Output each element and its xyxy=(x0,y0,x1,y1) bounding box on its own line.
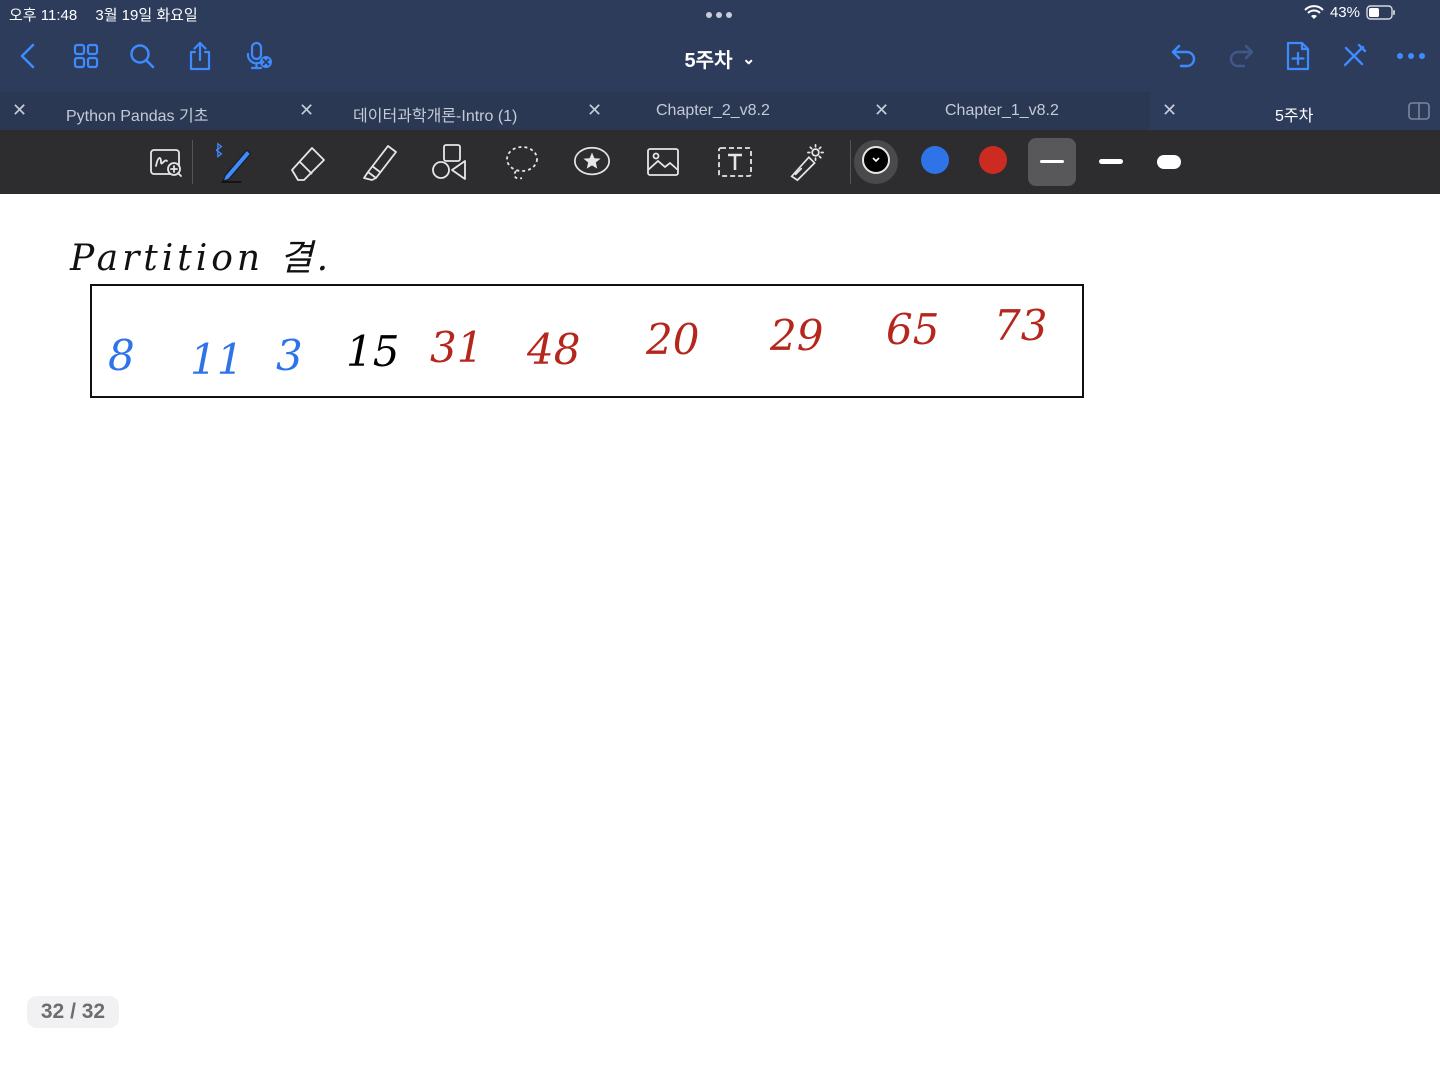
tab-data-science-intro[interactable]: ✕ 데이터과학개론-Intro (1) xyxy=(287,92,575,130)
close-tab-icon[interactable]: ✕ xyxy=(1162,100,1177,121)
split-view-icon[interactable] xyxy=(1408,102,1430,120)
redo-icon[interactable] xyxy=(1225,40,1257,72)
more-options-icon[interactable] xyxy=(1395,40,1427,72)
multitasking-dots-icon[interactable] xyxy=(706,12,732,18)
tab-label: Chapter_1_v8.2 xyxy=(945,102,1059,119)
close-tab-icon[interactable]: ✕ xyxy=(587,100,602,121)
tab-label: 데이터과학개론-Intro (1) xyxy=(353,108,518,125)
add-page-icon[interactable] xyxy=(1282,40,1314,72)
status-time: 오후 11:48 xyxy=(9,7,78,24)
handwritten-number: 29 xyxy=(769,311,823,360)
color-swatch-black[interactable] xyxy=(862,146,890,174)
thick-stroke-option[interactable] xyxy=(1157,155,1181,169)
handwritten-number: 3 xyxy=(276,331,303,380)
close-tab-icon[interactable]: ✕ xyxy=(299,100,314,121)
tab-label: Python Pandas 기초 xyxy=(66,108,209,125)
color-swatch-blue[interactable] xyxy=(921,146,949,174)
status-left: 오후 11:48 3월 19일 화요일 xyxy=(9,4,198,25)
lasso-tool-icon[interactable] xyxy=(502,142,542,182)
document-tabs: ✕ Python Pandas 기초 ✕ 데이터과학개론-Intro (1) ✕… xyxy=(0,92,1440,130)
handwritten-number: 65 xyxy=(886,305,939,354)
battery-percent: 43% xyxy=(1329,4,1360,21)
chevron-down-icon xyxy=(872,157,880,163)
status-date: 3월 19일 화요일 xyxy=(95,7,198,24)
tab-chapter-2[interactable]: ✕ Chapter_2_v8.2 xyxy=(575,92,862,130)
pen-mode-icon[interactable] xyxy=(1338,40,1370,72)
title-chevron-down-icon: ⌄ xyxy=(742,51,756,68)
laser-pointer-tool-icon[interactable] xyxy=(786,142,826,182)
medium-stroke-option[interactable] xyxy=(1099,159,1123,164)
status-right: 43% xyxy=(1304,4,1396,21)
zoom-window-icon[interactable] xyxy=(146,142,186,182)
handwritten-number: 31 xyxy=(430,323,483,372)
tab-chapter-1[interactable]: ✕ Chapter_1_v8.2 xyxy=(862,92,1150,130)
close-tab-icon[interactable]: ✕ xyxy=(874,100,889,121)
tab-week-5[interactable]: ✕ 5주차 xyxy=(1150,92,1440,130)
toolbar-divider xyxy=(850,140,851,184)
tab-label: Chapter_2_v8.2 xyxy=(656,102,770,119)
text-tool-icon[interactable] xyxy=(715,142,755,182)
close-tab-icon[interactable]: ✕ xyxy=(12,100,27,121)
tab-python-pandas[interactable]: ✕ Python Pandas 기초 xyxy=(0,92,287,130)
thin-stroke-option[interactable] xyxy=(1040,160,1064,163)
handwritten-heading: Partition 결. xyxy=(69,238,332,279)
handwritten-number: 8 xyxy=(108,331,135,380)
highlighter-tool-icon[interactable] xyxy=(360,142,400,182)
toolbar-divider xyxy=(192,140,193,184)
handwritten-number: 48 xyxy=(526,325,580,374)
sticker-tool-icon[interactable] xyxy=(572,142,612,182)
color-swatch-red[interactable] xyxy=(979,146,1007,174)
handwritten-number: 11 xyxy=(190,335,243,384)
number-list: 8 11 3 15 31 48 20 29 65 73 xyxy=(108,301,1047,384)
drawing-toolbar xyxy=(0,130,1440,194)
document-title-text: 5주차 xyxy=(684,50,733,72)
top-bar: 오후 11:48 3월 19일 화요일 43% 5주차 ⌄ xyxy=(0,0,1440,92)
battery-icon xyxy=(1366,5,1395,20)
eraser-tool-icon[interactable] xyxy=(288,142,328,182)
undo-icon[interactable] xyxy=(1168,40,1200,72)
pen-tool-icon[interactable] xyxy=(216,142,256,183)
shapes-tool-icon[interactable] xyxy=(430,142,470,182)
note-canvas[interactable]: Partition 결. 8 11 3 15 31 48 20 29 65 73 xyxy=(0,194,1440,1080)
handwritten-number: 15 xyxy=(346,327,399,376)
handwritten-number: 20 xyxy=(645,315,699,364)
tab-label: 5주차 xyxy=(1275,108,1314,125)
wifi-icon xyxy=(1304,5,1324,19)
handwriting-layer: Partition 결. 8 11 3 15 31 48 20 29 65 73 xyxy=(69,238,1084,398)
handwritten-number: 73 xyxy=(994,301,1047,350)
image-tool-icon[interactable] xyxy=(644,142,684,182)
page-indicator: 32 / 32 xyxy=(27,996,119,1028)
document-title[interactable]: 5주차 ⌄ xyxy=(0,44,1440,73)
